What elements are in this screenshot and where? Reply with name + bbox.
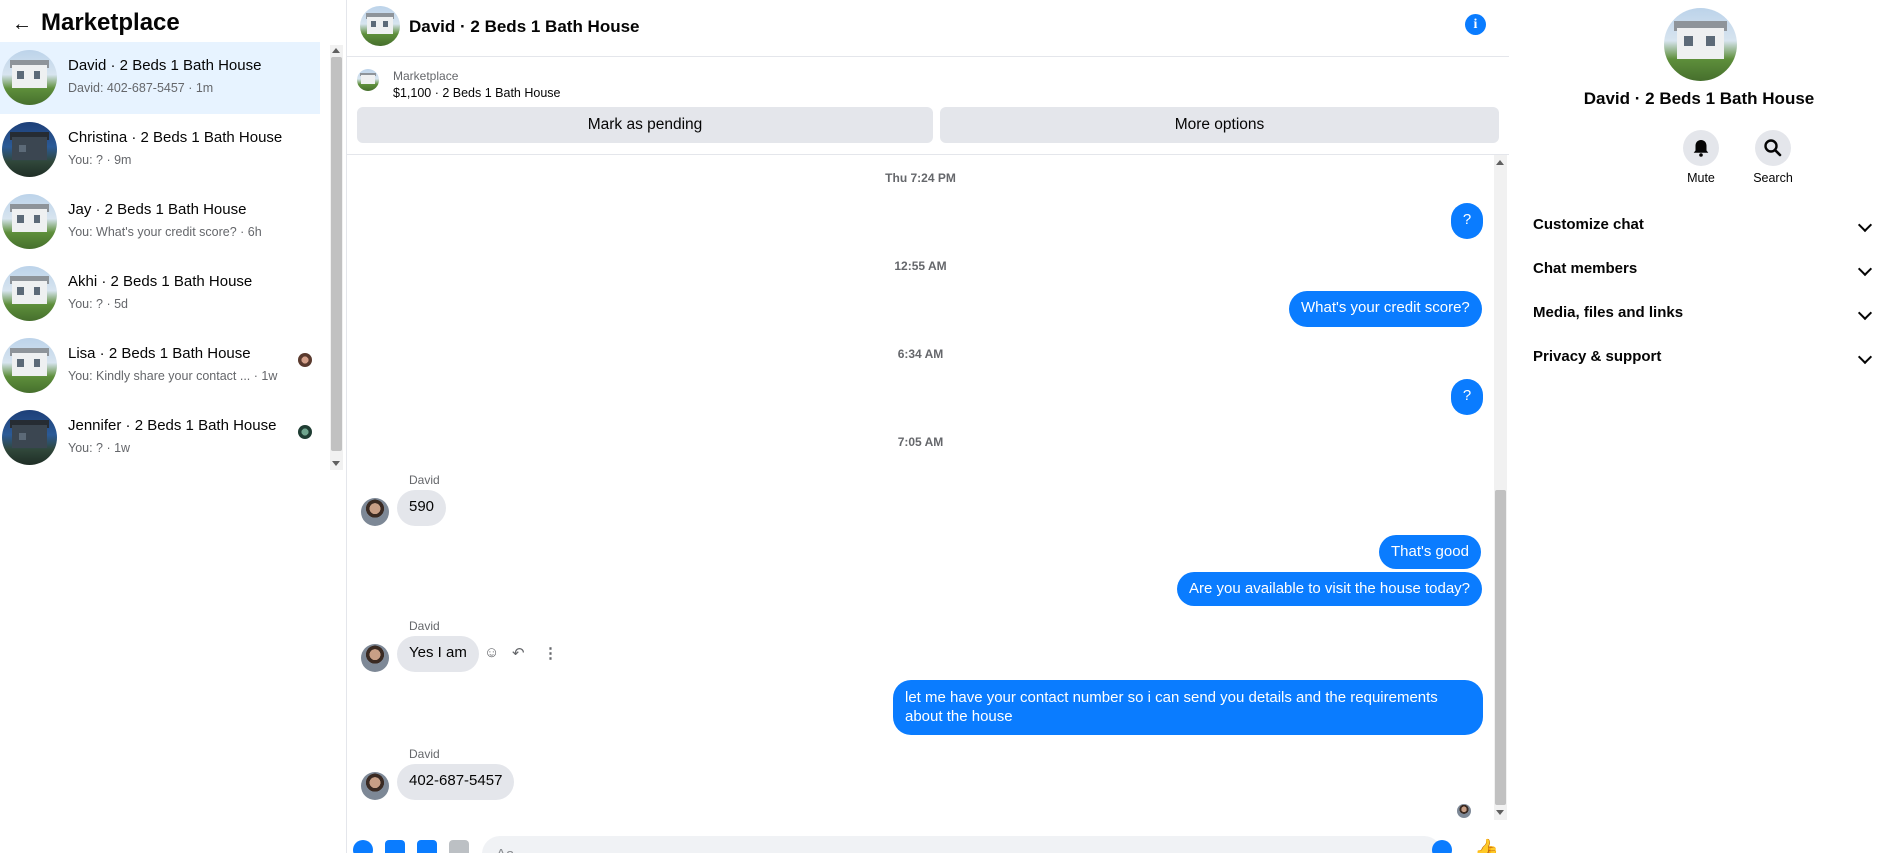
search-label: Search [1753,171,1793,185]
listing-bar: Marketplace $1,100 · 2 Beds 1 Bath House… [347,57,1509,155]
like-icon[interactable]: 👍 [1474,840,1499,853]
chevron-down-icon [1857,305,1873,321]
sidebar-title: Marketplace [41,9,180,36]
sender-avatar[interactable] [361,498,389,526]
chat-header: David · 2 Beds 1 Bath House i [347,0,1509,57]
listing-thumbnail [2,50,57,105]
message-bubble-outgoing[interactable]: ? [1451,379,1483,415]
search-button[interactable]: Search [1733,130,1813,185]
conversation-info-panel: David · 2 Beds 1 Bath House Mute Search … [1509,0,1889,853]
listing-thumbnail[interactable] [357,69,379,91]
photo-icon[interactable] [385,840,405,853]
timestamp: 7:05 AM [897,435,944,449]
section-privacy-support[interactable]: Privacy & support [1525,340,1880,376]
mute-button[interactable]: Mute [1661,130,1741,185]
seen-avatar [298,425,312,439]
listing-thumbnail [2,266,57,321]
conversation-item-jennifer[interactable]: Jennifer · 2 Beds 1 Bath House You: ? · … [0,402,320,474]
chat-title[interactable]: David · 2 Beds 1 Bath House [409,17,640,37]
conversation-item-david[interactable]: David · 2 Beds 1 Bath House David: 402-6… [0,42,320,114]
message-input[interactable] [482,836,1442,853]
scroll-down-icon[interactable] [332,461,340,466]
sender-avatar[interactable] [361,644,389,672]
listing-title[interactable]: $1,100 · 2 Beds 1 Bath House [393,86,560,100]
timestamp: Thu 7:24 PM [885,171,956,185]
timestamp: 12:55 AM [894,259,947,273]
conversation-snippet: You: ? · 5d [68,297,129,311]
section-label: Customize chat [1533,216,1644,233]
search-icon [1755,130,1791,166]
listing-thumbnail [2,122,57,177]
messages-scrollbar-thumb[interactable] [1495,490,1506,805]
section-label: Chat members [1533,260,1638,277]
scroll-up-icon[interactable] [1496,160,1504,165]
sender-name: David [409,747,440,761]
message-composer: 👍 [347,828,1509,853]
listing-thumbnail [2,338,57,393]
conversation-snippet: You: ? · 1w [68,441,131,455]
mute-label: Mute [1687,171,1715,185]
conversation-snippet: You: Kindly share your contact ... · 1w [68,369,278,383]
chevron-down-icon [1857,217,1873,233]
reply-icon[interactable]: ↶ [512,644,525,662]
conversation-name: Lisa · 2 Beds 1 Bath House [68,345,251,362]
message-bubble-outgoing[interactable]: ? [1451,203,1483,239]
more-options-button[interactable]: More options [940,107,1499,143]
react-icon[interactable]: ☺ [484,644,499,661]
info-icon[interactable]: i [1465,14,1486,35]
seen-avatar [298,353,312,367]
section-media-files-links[interactable]: Media, files and links [1525,296,1880,332]
message-bubble-outgoing[interactable]: Are you available to visit the house tod… [1177,572,1483,606]
listing-photo[interactable] [1664,8,1737,81]
bell-icon [1683,130,1719,166]
conversation-snippet: You: ? · 9m [68,153,132,167]
section-chat-members[interactable]: Chat members [1525,252,1880,288]
add-icon[interactable] [353,840,373,853]
message-bubble-outgoing[interactable]: let me have your contact number so i can… [893,680,1483,735]
panel-title: David · 2 Beds 1 Bath House [1583,89,1815,108]
message-bubble-incoming[interactable]: 402-687-5457 [397,764,515,800]
conversation-item-christina[interactable]: Christina · 2 Beds 1 Bath House You: ? ·… [0,114,320,186]
gif-icon[interactable] [449,840,469,853]
message-bubble-incoming[interactable]: Yes I am [397,636,479,672]
message-bubble-outgoing[interactable]: That's good [1379,535,1481,569]
seen-receipt-avatar [1457,804,1471,818]
mark-as-pending-button[interactable]: Mark as pending [357,107,933,143]
conversation-name: Christina · 2 Beds 1 Bath House [68,129,283,146]
message-bubble-incoming[interactable]: 590 [397,490,447,526]
conversation-snippet: David: 402-687-5457 · 1m [68,81,214,95]
scroll-down-icon[interactable] [1496,810,1504,815]
emoji-icon[interactable] [1432,840,1452,853]
scroll-up-icon[interactable] [332,48,340,53]
sidebar-scrollbar-thumb[interactable] [331,57,342,451]
conversation-item-lisa[interactable]: Lisa · 2 Beds 1 Bath House You: Kindly s… [0,330,320,402]
timestamp: 6:34 AM [897,347,944,361]
listing-thumbnail [2,194,57,249]
message-thread: Thu 7:24 PM ? 12:55 AM What's your credi… [347,155,1494,818]
sticker-icon[interactable] [417,840,437,853]
sender-name: David [409,473,440,487]
listing-label: Marketplace [393,69,459,83]
section-label: Media, files and links [1533,304,1684,321]
conversation-name: Jennifer · 2 Beds 1 Bath House [68,417,277,434]
conversation-name: Jay · 2 Beds 1 Bath House [68,201,247,218]
conversation-item-akhi[interactable]: Akhi · 2 Beds 1 Bath House You: ? · 5d [0,258,320,330]
conversation-snippet: You: What's your credit score? · 6h [68,225,262,239]
conversation-sidebar: ← Marketplace David · 2 Beds 1 Bath Hous… [0,0,347,853]
chevron-down-icon [1857,349,1873,365]
conversation-name: Akhi · 2 Beds 1 Bath House [68,273,253,290]
listing-thumbnail [2,410,57,465]
chevron-down-icon [1857,261,1873,277]
more-actions-icon[interactable]: ⋮ [543,644,558,662]
sender-name: David [409,619,440,633]
section-label: Privacy & support [1533,348,1662,365]
sender-avatar[interactable] [361,772,389,800]
conversation-name: David · 2 Beds 1 Bath House [68,57,262,74]
message-bubble-outgoing[interactable]: What's your credit score? [1289,291,1482,327]
back-arrow-icon[interactable]: ← [8,10,36,38]
section-customize-chat[interactable]: Customize chat [1525,208,1880,244]
chat-listing-thumbnail[interactable] [360,6,400,46]
conversation-item-jay[interactable]: Jay · 2 Beds 1 Bath House You: What's yo… [0,186,320,258]
